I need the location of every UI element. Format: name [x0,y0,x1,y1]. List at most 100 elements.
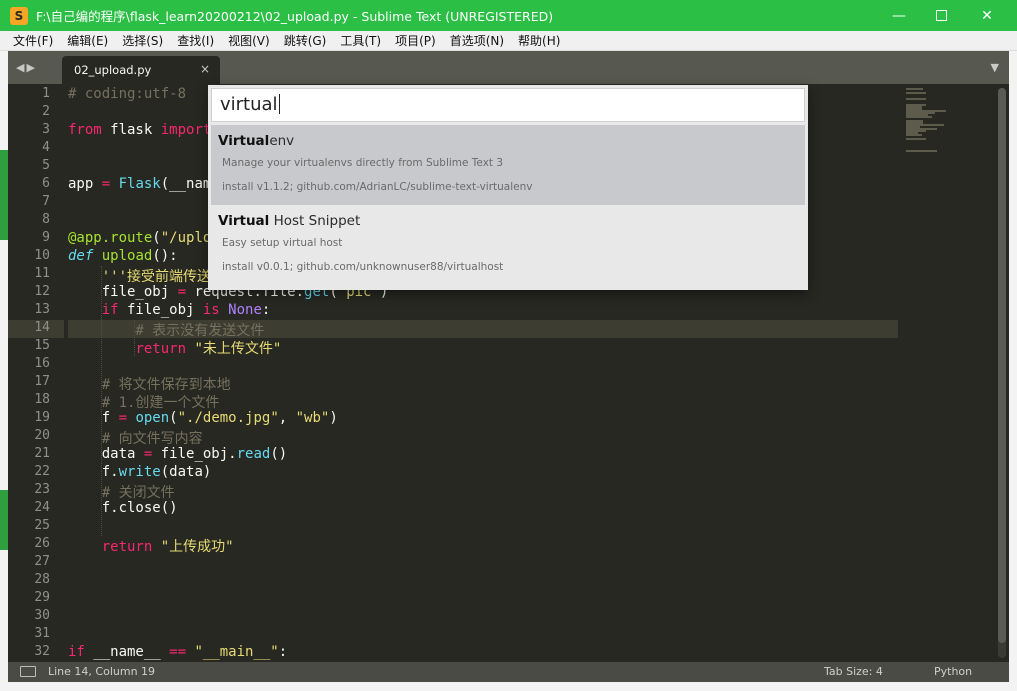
code-line[interactable]: # 1.创建一个文件 [68,392,220,411]
result-description: Easy setup virtual host [222,237,343,249]
minimap[interactable] [898,84,998,662]
code-line[interactable]: # 表示没有发送文件 [68,320,264,339]
menu-item[interactable]: 帮助(H) [511,32,567,49]
menu-item[interactable]: 跳转(G) [277,32,334,49]
code-line[interactable]: return "未上传文件" [68,338,282,357]
line-number: 30 [34,608,50,623]
code-line[interactable]: def upload(): [68,248,178,266]
code-token: ( [169,410,178,426]
code-token: # 关闭文件 [68,485,175,501]
maximize-button[interactable] [918,0,964,31]
code-token: = [101,176,111,192]
palette-result-virtualenv[interactable]: Virtualenv Manage your virtualenvs direc… [211,125,805,205]
tab-size-selector[interactable]: Tab Size: 4 [824,665,883,678]
code-line[interactable]: app = Flask(__nam [68,176,211,194]
tab-02-upload-py[interactable]: 02_upload.py × [62,56,220,84]
menu-item[interactable]: 文件(F) [0,32,60,49]
code-line[interactable]: # 将文件保存到本地 [68,374,231,393]
console-toggle-icon[interactable] [20,666,36,677]
code-token: (): [152,248,178,264]
code-token: == [169,644,187,660]
maximize-icon [935,10,947,21]
menu-item[interactable]: 视图(V) [221,32,277,49]
line-number: 21 [34,446,50,461]
minimize-button[interactable]: — [876,0,922,31]
tab-close-icon[interactable]: × [200,62,210,76]
line-number: 20 [34,428,50,443]
command-palette: virtual Virtualenv Manage your virtualen… [208,85,808,290]
sublime-window: S F:\自己编的程序\flask_learn20200212\02_uploa… [0,0,1017,691]
line-number: 2 [42,104,50,119]
tab-label: 02_upload.py [74,63,152,77]
code-line[interactable]: return "上传成功" [68,536,234,555]
line-number: 27 [34,554,50,569]
code-token: Flask [118,176,161,192]
palette-result-virtual-host-snippet[interactable]: Virtual Host Snippet Easy setup virtual … [211,205,805,287]
code-token: app [68,176,102,192]
code-line[interactable]: # 关闭文件 [68,482,175,501]
menu-item[interactable]: 查找(I) [170,32,221,49]
code-token: # 1.创建一个文件 [68,395,220,411]
code-line[interactable]: @app.route("/uplo [68,230,211,248]
code-token: (data) [160,464,212,480]
code-line[interactable]: f.write(data) [68,464,212,482]
vertical-scrollbar[interactable] [998,88,1006,658]
code-token: = [177,284,187,300]
line-number: 25 [34,518,50,533]
code-token: # coding:utf-8 [68,86,187,102]
code-token: , [278,410,296,426]
code-line[interactable]: # 向文件写内容 [68,428,203,447]
indent-guide [134,320,135,356]
code-token: return [135,341,187,357]
result-rest: Host Snippet [269,213,361,229]
background-window-left-edge [0,51,8,691]
line-number: 18 [34,392,50,407]
line-number: 17 [34,374,50,389]
code-line[interactable]: if __name__ == "__main__": [68,644,287,662]
line-number: 26 [34,536,50,551]
minimap-row [906,88,923,90]
line-number: 13 [34,302,50,317]
tab-bar: ◀▶ 02_upload.py × ▼ [8,51,1009,84]
result-name: Virtualenv [218,133,294,149]
line-number: 32 [34,644,50,659]
code-token: flask [101,122,161,138]
menu-item[interactable]: 项目(P) [388,32,443,49]
line-number: 22 [34,464,50,479]
code-token: (__nam [160,176,212,192]
line-number: 16 [34,356,50,371]
sublime-app-icon: S [10,6,28,25]
line-number: 1 [42,86,50,101]
status-bar: Line 14, Column 19 Tab Size: 4 Python [8,662,1009,682]
result-install-info: install v1.1.2; github.com/AdrianLC/subl… [222,181,533,193]
palette-search-input[interactable]: virtual [211,88,805,122]
code-line[interactable]: from flask import [68,122,211,140]
indent-guide [101,266,102,536]
code-token: upload [101,248,153,264]
code-line[interactable]: '''接受前端传送 [68,266,211,285]
code-token: read [236,446,271,462]
line-number: 23 [34,482,50,497]
code-line[interactable]: f = open("./demo.jpg", "wb") [68,410,338,428]
code-token: # 将文件保存到本地 [68,377,231,393]
menu-item[interactable]: 工具(T) [333,32,388,49]
code-token: __name__ [84,644,170,660]
code-line[interactable]: # coding:utf-8 [68,86,186,104]
syntax-selector[interactable]: Python [934,665,972,678]
code-line[interactable]: f.close() [68,500,178,518]
title-bar[interactable]: S F:\自己编的程序\flask_learn20200212\02_uploa… [0,0,1017,31]
code-token: "未上传文件" [194,341,282,357]
scrollbar-thumb[interactable] [998,88,1006,643]
tab-list-dropdown-icon[interactable]: ▼ [991,61,999,74]
line-number: 9 [42,230,50,245]
menu-item[interactable]: 选择(S) [115,32,170,49]
menu-item[interactable]: 首选项(N) [443,32,511,49]
code-line[interactable]: if file_obj is None: [68,302,271,320]
code-token: from [68,122,102,138]
minimap-row [906,92,927,94]
close-button[interactable]: ✕ [964,0,1010,31]
menu-item[interactable]: 编辑(E) [60,32,115,49]
tab-navigation-arrows-icon[interactable]: ◀▶ [16,61,37,74]
